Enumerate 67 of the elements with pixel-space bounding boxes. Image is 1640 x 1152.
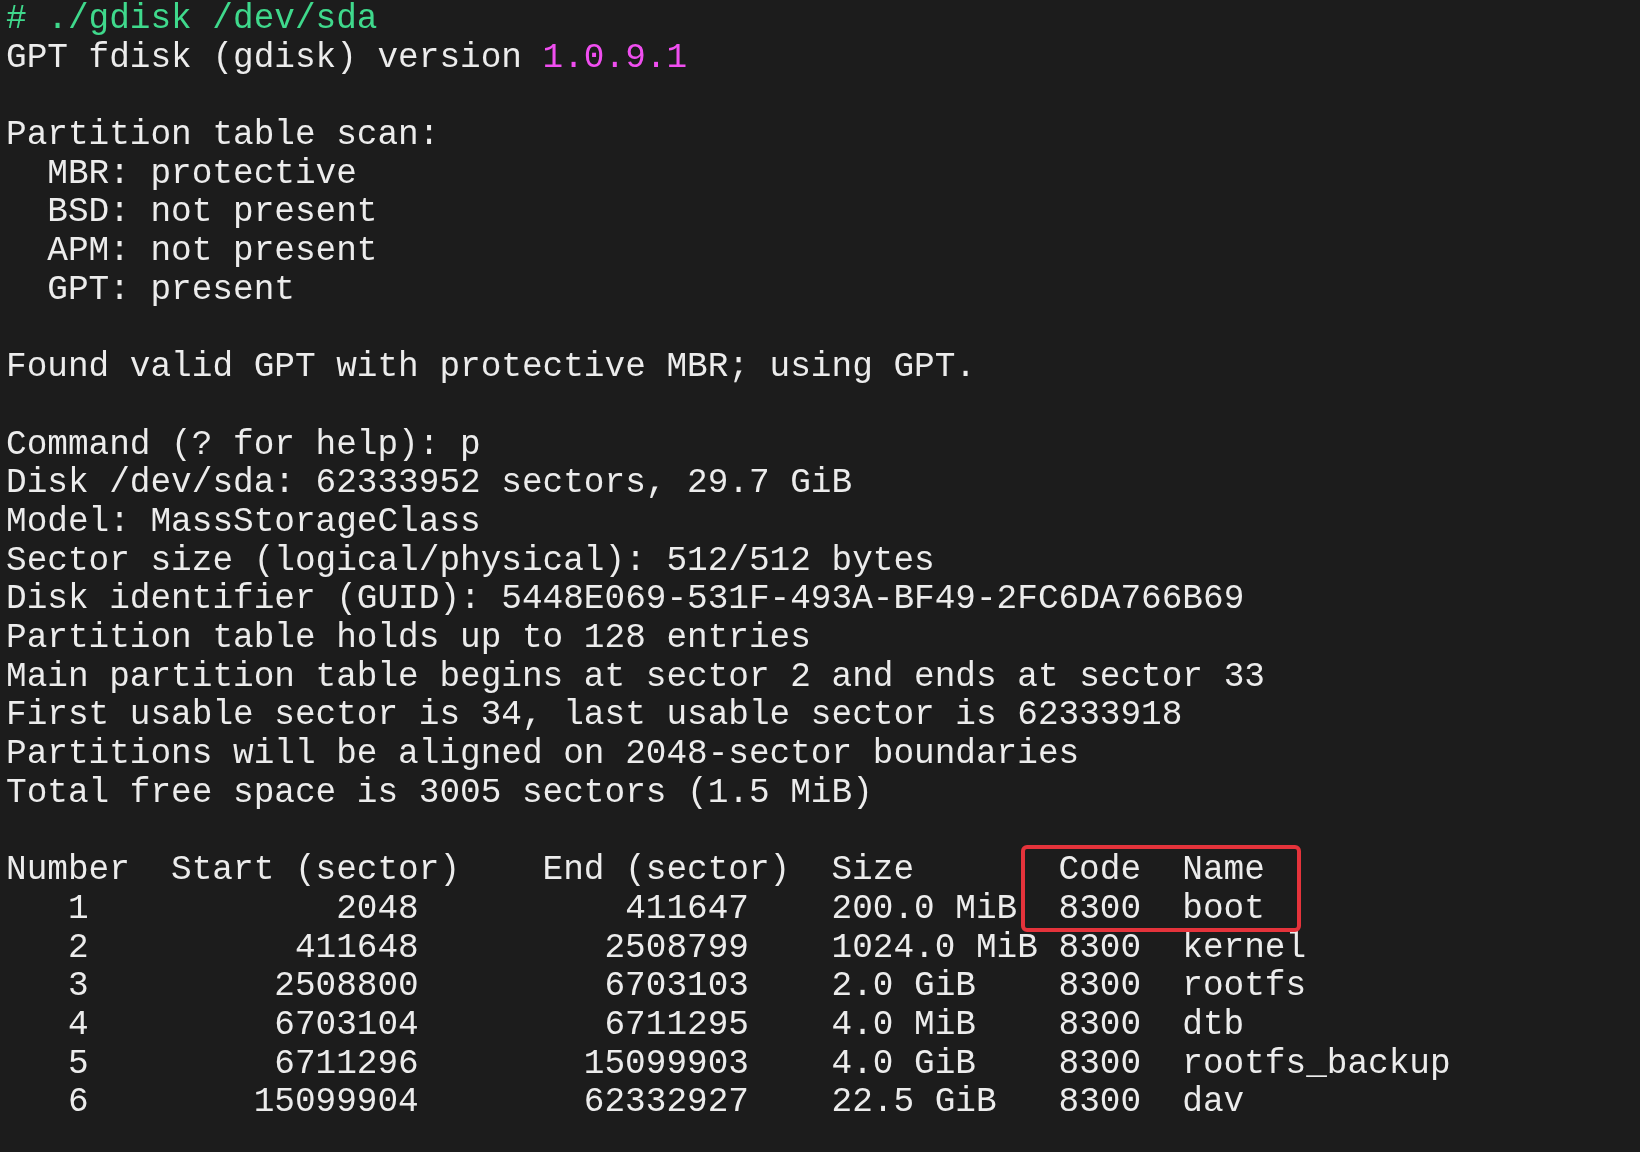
table-cell: 200.0 MiB [831,888,1018,928]
prompt-symbol: # [6,0,27,39]
table-cell: 2048 [336,888,419,928]
table-cell: 6 [67,1082,89,1122]
output-line: Found valid GPT with protective MBR; using GPT. [6,348,976,387]
scan-value: protective [150,154,357,194]
table-cell: 8300 [1058,966,1142,1006]
column-header: End (sector) [542,850,791,890]
table-cell: 6711295 [604,1004,749,1044]
table-cell: 6703103 [604,966,749,1006]
table-cell: 8300 [1058,1043,1142,1083]
output-line: GPT fdisk (gdisk) version [6,38,522,78]
output-line: Partitions will be aligned on 2048-sector boundaries [6,735,1080,774]
output-line: Disk identifier (GUID): 5448E069-531F-493A-BF49-2FC6DA766B69 [6,580,1245,619]
column-header: Code [1058,850,1142,890]
scan-value: not present [150,193,378,233]
table-cell: dtb [1182,1004,1245,1044]
scan-label: APM: [47,232,130,271]
output-line: Main partition table begins at sector 2 and ends at sector 33 [6,657,1265,697]
output-line: Model: MassStorageClass [6,502,481,542]
table-cell: 8300 [1058,927,1142,967]
table-cell: 1024.0 MiB [831,927,1038,967]
scan-value: not present [150,232,378,271]
table-cell: 4.0 MiB [831,1004,976,1044]
table-cell: 411647 [625,888,749,928]
shell-command: ./gdisk /dev/sda [47,0,378,39]
command-prompt: Command (? for help): [6,425,440,465]
table-cell: boot [1182,888,1265,928]
table-cell: 8300 [1058,888,1142,928]
scan-label: MBR: [47,154,130,194]
table-cell: rootfs_backup [1182,1043,1451,1083]
table-cell: 2508799 [604,927,749,967]
table-cell: 4.0 GiB [831,1043,976,1083]
output-line: Partition table holds up to 128 entries [6,619,811,658]
table-cell: 15099904 [253,1082,419,1122]
table-cell: kernel [1182,927,1307,967]
table-cell: 8300 [1058,1082,1142,1122]
table-cell: 5 [67,1043,89,1083]
table-cell: 411648 [294,927,419,967]
table-cell: rootfs [1182,966,1307,1006]
table-cell: 6703104 [274,1004,419,1044]
table-cell: 2508800 [274,966,419,1006]
output-line: Partition table scan: [6,116,440,155]
column-header: Number [6,850,130,890]
table-cell: 4 [67,1004,89,1044]
table-cell: 8300 [1058,1004,1142,1044]
output-line: Disk /dev/sda: 62333952 sectors, 29.7 GiB [6,464,853,503]
output-line: Sector size (logical/physical): 512/512 bytes [6,541,935,581]
output-line: Total free space is 3005 sectors (1.5 MiB) [6,773,873,813]
table-cell: 2 [67,927,89,967]
version-number: 1.0.9.1 [542,38,688,78]
table-cell: 6711296 [274,1043,419,1083]
table-cell: 62332927 [583,1082,749,1122]
output-line: First usable sector is 34, last usable sector is 62333918 [6,696,1183,736]
scan-label: BSD: [47,193,130,233]
command-text: p [460,425,481,465]
table-cell: 1 [67,888,89,928]
column-header: Name [1182,850,1265,890]
scan-value: present [150,270,295,310]
table-cell: dav [1182,1082,1245,1122]
column-header: Size [831,850,915,890]
table-cell: 22.5 GiB [831,1082,997,1122]
scan-label: GPT: [47,270,130,310]
table-cell: 15099903 [583,1043,749,1083]
table-cell: 2.0 GiB [831,966,976,1006]
column-header: Start (sector) [171,850,461,890]
table-cell: 3 [67,966,89,1006]
